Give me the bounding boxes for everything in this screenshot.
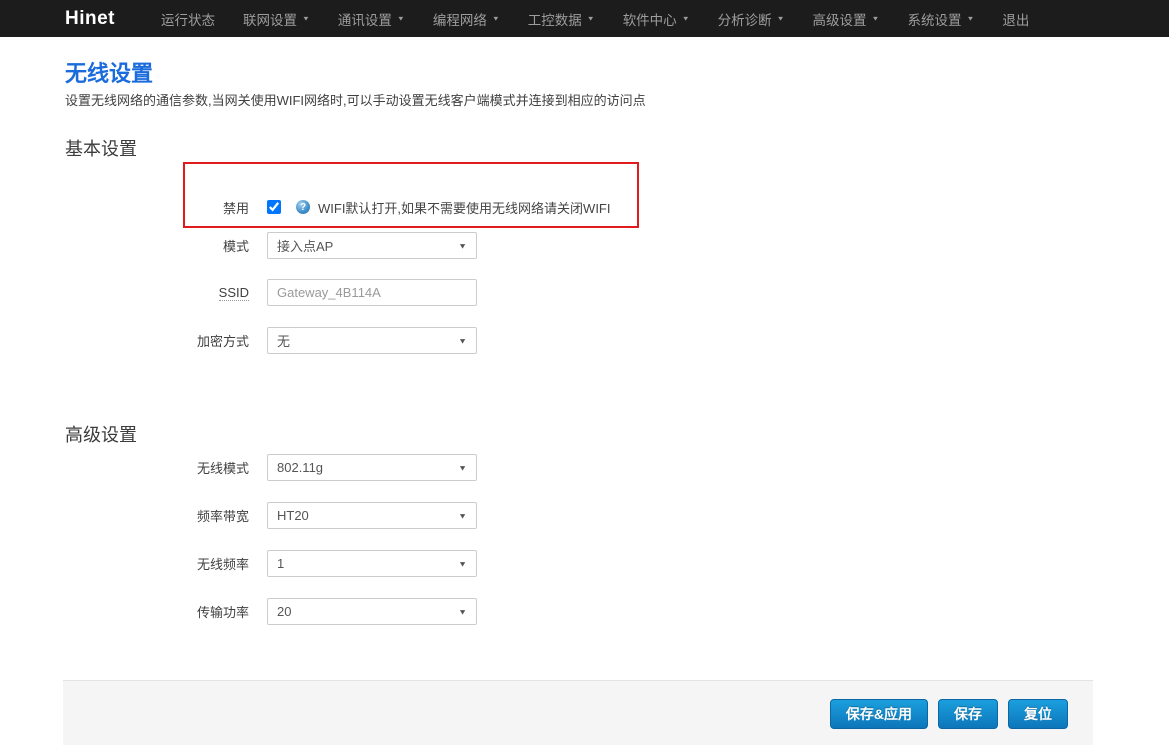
action-footer: 保存&应用 保存 复位 (63, 680, 1093, 745)
tx-power-label: 传输功率 (65, 602, 249, 621)
nav-item-programming-network[interactable]: 编程网络 ▼ (419, 9, 514, 29)
nav-item-industrial-data[interactable]: 工控数据 ▼ (514, 9, 609, 29)
form-row-mode: 模式 接入点AP ▼ (65, 232, 1093, 259)
form-row-tx-power: 传输功率 20 ▼ (65, 598, 1093, 625)
wireless-mode-select[interactable]: 802.11g ▼ (267, 454, 477, 481)
save-apply-button[interactable]: 保存&应用 (830, 699, 928, 729)
chevron-down-icon: ▼ (966, 15, 974, 22)
chevron-down-icon: ▼ (458, 241, 467, 250)
disable-help-text: WIFI默认打开,如果不需要使用无线网络请关闭WIFI (318, 198, 610, 217)
chevron-down-icon: ▼ (682, 15, 690, 22)
page-subtitle: 设置无线网络的通信参数,当网关使用WIFI网络时,可以手动设置无线客户端模式并连… (65, 93, 1093, 108)
nav-item-advanced-settings[interactable]: 高级设置 ▼ (799, 9, 894, 29)
chevron-down-icon: ▼ (458, 559, 467, 568)
bandwidth-select[interactable]: HT20 ▼ (267, 502, 477, 529)
encryption-label: 加密方式 (65, 331, 249, 350)
save-button[interactable]: 保存 (938, 699, 998, 729)
mode-select[interactable]: 接入点AP ▼ (267, 232, 477, 259)
reset-button[interactable]: 复位 (1008, 699, 1068, 729)
nav-item-comm-settings[interactable]: 通讯设置 ▼ (324, 9, 419, 29)
chevron-down-icon: ▼ (458, 511, 467, 520)
encryption-select[interactable]: 无 ▼ (267, 327, 477, 354)
basic-settings-heading: 基本设置 (65, 139, 1093, 159)
chevron-down-icon: ▼ (492, 15, 500, 22)
form-row-ssid: SSID (65, 279, 1093, 306)
chevron-down-icon: ▼ (872, 15, 880, 22)
ssid-label: SSID (65, 285, 249, 300)
nav-item-running-status[interactable]: 运行状态 (147, 9, 229, 29)
chevron-down-icon: ▼ (458, 607, 467, 616)
bandwidth-label: 频率带宽 (65, 506, 249, 525)
nav-item-system-settings[interactable]: 系统设置 ▼ (893, 9, 988, 29)
form-row-encryption: 加密方式 无 ▼ (65, 327, 1093, 354)
chevron-down-icon: ▼ (777, 15, 785, 22)
form-row-disable: 禁用 ? WIFI默认打开,如果不需要使用无线网络请关闭WIFI (65, 193, 1093, 221)
brand-logo[interactable]: Hinet (65, 8, 115, 30)
main-content: 无线设置 设置无线网络的通信参数,当网关使用WIFI网络时,可以手动设置无线客户… (63, 61, 1093, 625)
channel-select[interactable]: 1 ▼ (267, 550, 477, 577)
disable-label: 禁用 (65, 198, 249, 217)
mode-label: 模式 (65, 236, 249, 255)
form-row-bandwidth: 频率带宽 HT20 ▼ (65, 502, 1093, 529)
chevron-down-icon: ▼ (397, 15, 405, 22)
help-icon[interactable]: ? (296, 200, 310, 214)
chevron-down-icon: ▼ (587, 15, 595, 22)
nav-item-analysis-diagnosis[interactable]: 分析诊断 ▼ (704, 9, 799, 29)
disable-checkbox[interactable] (267, 200, 281, 214)
top-navbar: Hinet 运行状态 联网设置 ▼ 通讯设置 ▼ 编程网络 ▼ 工控数据 ▼ 软… (0, 0, 1169, 37)
chevron-down-icon: ▼ (458, 463, 467, 472)
nav-item-network-settings[interactable]: 联网设置 ▼ (229, 9, 324, 29)
channel-label: 无线频率 (65, 554, 249, 573)
ssid-input[interactable] (267, 279, 477, 306)
chevron-down-icon: ▼ (302, 15, 310, 22)
chevron-down-icon: ▼ (458, 336, 467, 345)
tx-power-select[interactable]: 20 ▼ (267, 598, 477, 625)
highlight-rectangle (183, 162, 639, 228)
nav-item-software-center[interactable]: 软件中心 ▼ (609, 9, 704, 29)
page-title: 无线设置 (65, 61, 1093, 87)
wireless-mode-label: 无线模式 (65, 458, 249, 477)
form-row-wireless-mode: 无线模式 802.11g ▼ (65, 454, 1093, 481)
nav-item-logout[interactable]: 退出 (988, 9, 1043, 29)
form-row-channel: 无线频率 1 ▼ (65, 550, 1093, 577)
advanced-settings-heading: 高级设置 (65, 425, 1093, 445)
